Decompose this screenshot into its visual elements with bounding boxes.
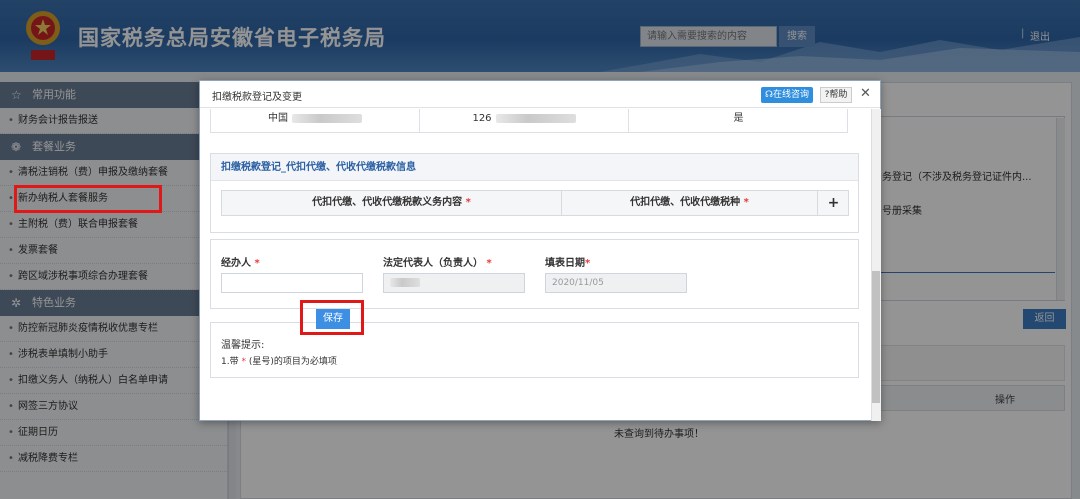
help-button[interactable]: ?帮助 [820,87,852,103]
close-icon[interactable]: ✕ [860,86,871,101]
withholding-section: 扣缴税款登记_代扣代缴、代收代缴税款信息 代扣代缴、代收代缴税款义务内容 * 代… [210,153,859,233]
required-mark: * [743,197,749,208]
redacted [495,113,576,123]
country-text: 中国 [268,113,288,124]
fill-date-label: 填表日期* [545,254,590,269]
online-consult-button[interactable]: ☊在线咨询 [761,87,813,103]
label-text: 法定代表人（负责人） [383,258,483,269]
modal-body: 中国 126 是 扣缴税款登记_代扣代缴、代收代缴税款信息 代扣代缴、代收代缴税… [200,109,870,422]
id-text: 126 [472,113,492,124]
tips-title: 温馨提示: [221,340,265,351]
tips-prefix: 1.带 [221,357,239,367]
modal-dialog: 扣缴税款登记及变更 ☊在线咨询 ?帮助 ✕ 中国 126 是 扣缴税款登记_代扣… [199,80,881,421]
info-cell: 126 [420,109,629,132]
col-label: 代扣代缴、代收代缴税种 [630,197,741,208]
help-label: 帮助 [829,90,848,100]
form-section: 经办人 * 法定代表人（负责人） * 填表日期* 2020/11/05 [210,239,859,309]
legal-rep-label: 法定代表人（负责人） * [383,254,492,269]
tips-suffix: (星号)的项目为必填项 [248,357,337,367]
handler-input[interactable] [221,273,363,293]
modal-scrollbar-thumb[interactable] [872,271,880,403]
info-cell: 中国 [211,109,420,132]
fill-date-field: 2020/11/05 [545,273,687,293]
save-button[interactable]: 保存 [316,309,350,329]
info-cell: 是 [733,113,744,124]
required-mark: * [465,197,471,208]
required-mark: * [486,258,492,269]
col-tax-type: 代扣代缴、代收代缴税种 * [562,191,817,215]
col-obligation: 代扣代缴、代收代缴税款义务内容 * [222,191,562,215]
label-text: 填表日期 [545,258,585,269]
handler-label: 经办人 * [221,254,260,269]
tips-text: 1.带 * (星号)的项目为必填项 [221,354,337,367]
headset-icon: ☊ [764,90,773,100]
modal-header: 扣缴税款登记及变更 ☊在线咨询 ?帮助 ✕ [200,81,880,108]
handler-highlight [14,185,162,213]
info-row: 中国 126 是 [210,109,848,133]
add-row-button[interactable]: + [817,191,849,215]
modal-title: 扣缴税款登记及变更 [212,92,302,103]
required-mark: * [241,357,246,367]
redacted [390,278,420,287]
legal-rep-field [383,273,525,293]
label-text: 经办人 [221,258,251,269]
col-label: 代扣代缴、代收代缴税款义务内容 [312,197,463,208]
required-mark: * [585,258,591,269]
section-title: 扣缴税款登记_代扣代缴、代收代缴税款信息 [211,154,858,181]
consult-label: 在线咨询 [772,90,809,100]
withholding-table-header: 代扣代缴、代收代缴税款义务内容 * 代扣代缴、代收代缴税种 * + [221,190,849,216]
redacted [292,113,362,123]
required-mark: * [254,258,260,269]
